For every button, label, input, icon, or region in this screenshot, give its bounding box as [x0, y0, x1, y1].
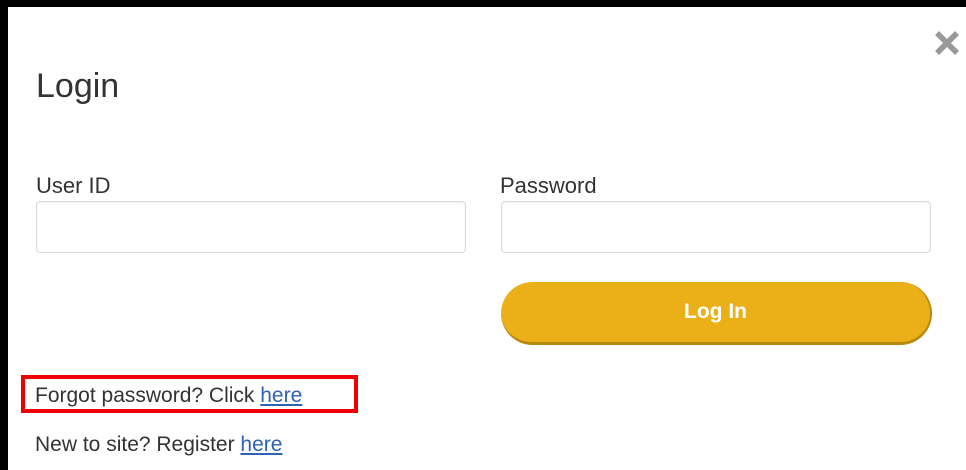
forgot-password-link[interactable]: here — [260, 384, 302, 407]
register-line: New to site? Register here — [35, 432, 282, 458]
forgot-password-line: Forgot password? Click here — [35, 383, 302, 409]
page-title: Login — [36, 67, 120, 105]
user-id-field[interactable] — [36, 201, 466, 253]
password-field[interactable] — [501, 201, 931, 253]
register-text: New to site? Register — [35, 433, 241, 456]
close-icon[interactable] — [930, 26, 964, 60]
password-label: Password — [500, 173, 597, 198]
register-link[interactable]: here — [240, 433, 282, 456]
forgot-password-text: Forgot password? Click — [35, 384, 261, 407]
log-in-button[interactable]: Log In — [501, 282, 932, 345]
user-id-label: User ID — [36, 173, 111, 198]
login-dialog: Login User ID Password Log In Forgot pas… — [8, 7, 966, 470]
